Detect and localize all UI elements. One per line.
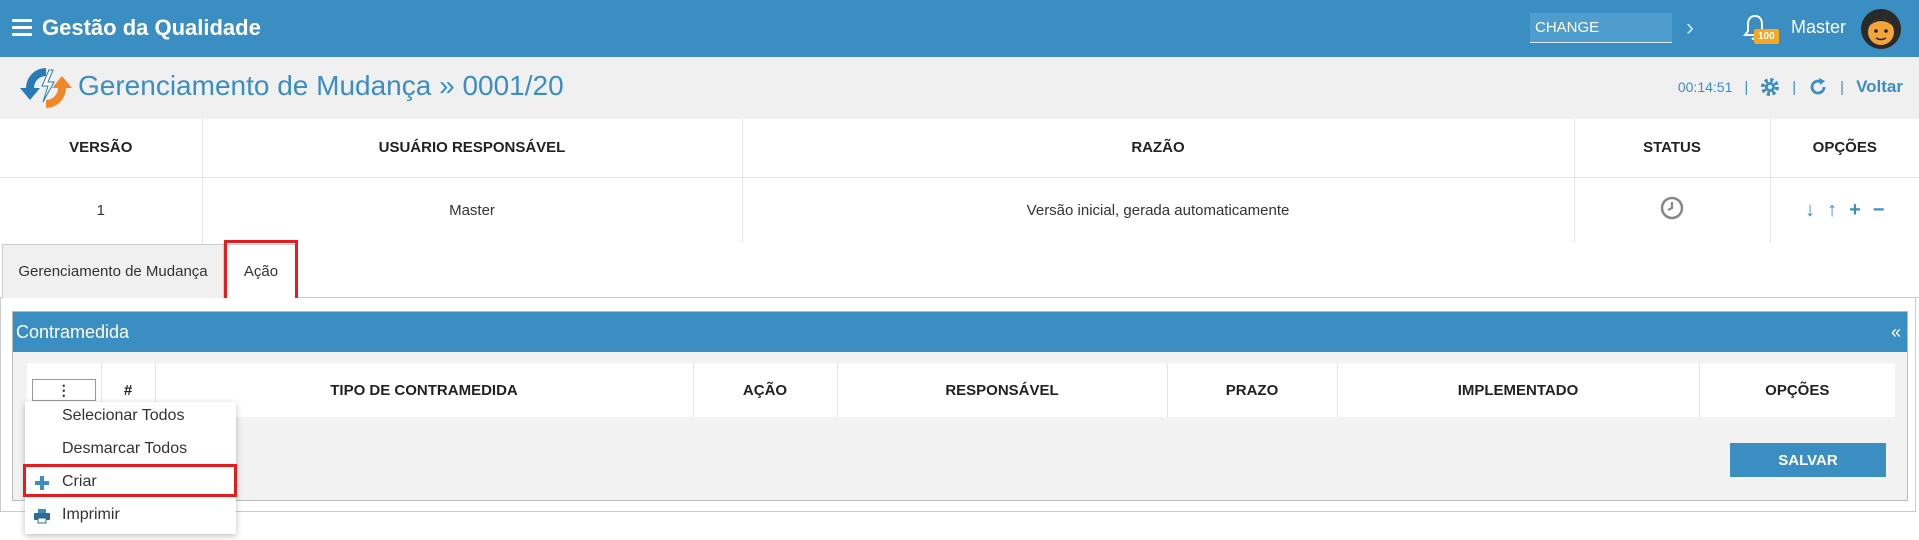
change-management-logo-icon bbox=[20, 68, 72, 108]
column-header-status[interactable]: STATUS bbox=[1574, 119, 1771, 178]
header-actions: 00:14:51 | | | Voltar bbox=[1678, 77, 1903, 97]
panel-title: Contramedida bbox=[16, 322, 130, 342]
version-cell: 1 bbox=[0, 177, 203, 243]
options-cell: ↓ ↑ + − bbox=[1770, 177, 1919, 243]
column-header-deadline[interactable]: PRAZO bbox=[1167, 363, 1338, 417]
chevron-right-icon[interactable]: › bbox=[1686, 14, 1694, 42]
page-title: Gerenciamento de Mudança » 0001/20 bbox=[78, 70, 564, 101]
plus-icon[interactable]: + bbox=[1849, 199, 1861, 222]
arrow-down-icon[interactable]: ↓ bbox=[1805, 199, 1815, 222]
countermeasure-panel: Contramedida « ⋮ # TIPO DE CONTRAMEDIDA … bbox=[12, 311, 1908, 501]
notification-badge: 100 bbox=[1754, 29, 1779, 44]
divider: | bbox=[1744, 78, 1749, 96]
countermeasure-table: ⋮ # TIPO DE CONTRAMEDIDA AÇÃO RESPONSÁVE… bbox=[27, 363, 1895, 417]
column-header-options: OPÇÕES bbox=[1770, 119, 1919, 178]
arrow-up-icon[interactable]: ↑ bbox=[1827, 199, 1837, 222]
column-header-reason[interactable]: RAZÃO bbox=[742, 119, 1575, 178]
menu-item-label: Imprimir bbox=[62, 506, 120, 523]
menu-item-print[interactable]: Imprimir bbox=[25, 501, 236, 531]
versions-table: VERSÃO USUÁRIO RESPONSÁVEL RAZÃO STATUS … bbox=[0, 119, 1919, 243]
hamburger-menu-icon[interactable] bbox=[12, 19, 32, 36]
menu-item-deselect-all[interactable]: Desmarcar Todos bbox=[25, 435, 236, 465]
highlight-box-tab bbox=[224, 240, 298, 303]
bulk-actions-button[interactable]: ⋮ bbox=[31, 379, 96, 401]
status-cell bbox=[1574, 177, 1771, 243]
divider: | bbox=[1792, 78, 1797, 96]
top-bar: Gestão da Qualidade CHANGE › 100 Master bbox=[0, 0, 1919, 57]
tab-change-management[interactable]: Gerenciamento de Mudança bbox=[2, 244, 224, 298]
page-header: Gerenciamento de Mudança » 0001/20 00:14… bbox=[0, 57, 1919, 119]
printer-icon bbox=[34, 509, 50, 524]
session-timer: 00:14:51 bbox=[1677, 79, 1733, 95]
collapse-icon[interactable]: « bbox=[1891, 322, 1901, 343]
highlight-box-create bbox=[23, 464, 237, 497]
gear-icon[interactable] bbox=[1760, 77, 1780, 97]
user-cell: Master bbox=[202, 177, 743, 243]
column-header-user[interactable]: USUÁRIO RESPONSÁVEL bbox=[202, 119, 743, 178]
user-name[interactable]: Master bbox=[1791, 17, 1846, 38]
reason-cell: Versão inicial, gerada automaticamente bbox=[742, 177, 1575, 243]
menu-item-select-all[interactable]: Selecionar Todos bbox=[25, 402, 236, 432]
minus-icon[interactable]: − bbox=[1873, 199, 1885, 222]
column-header-action[interactable]: AÇÃO bbox=[693, 363, 838, 417]
table-row[interactable]: 1 Master Versão inicial, gerada automati… bbox=[0, 177, 1919, 243]
clock-icon bbox=[1660, 197, 1684, 220]
column-header-options: OPÇÕES bbox=[1765, 381, 1830, 399]
divider: | bbox=[1840, 78, 1845, 96]
panel-header: Contramedida « bbox=[13, 312, 1907, 352]
back-link[interactable]: Voltar bbox=[1856, 77, 1903, 97]
app-title: Gestão da Qualidade bbox=[42, 15, 261, 40]
menu-item-label: Selecionar Todos bbox=[62, 407, 185, 424]
menu-item-label: Desmarcar Todos bbox=[62, 440, 188, 457]
refresh-icon[interactable] bbox=[1808, 77, 1828, 97]
column-header-implemented[interactable]: IMPLEMENTADO bbox=[1337, 363, 1700, 417]
column-header-version[interactable]: VERSÃO bbox=[0, 119, 203, 178]
save-button[interactable]: SALVAR bbox=[1730, 443, 1886, 477]
module-select[interactable]: CHANGE bbox=[1530, 13, 1672, 43]
column-header-responsible[interactable]: RESPONSÁVEL bbox=[837, 363, 1168, 417]
avatar[interactable] bbox=[1861, 9, 1901, 49]
